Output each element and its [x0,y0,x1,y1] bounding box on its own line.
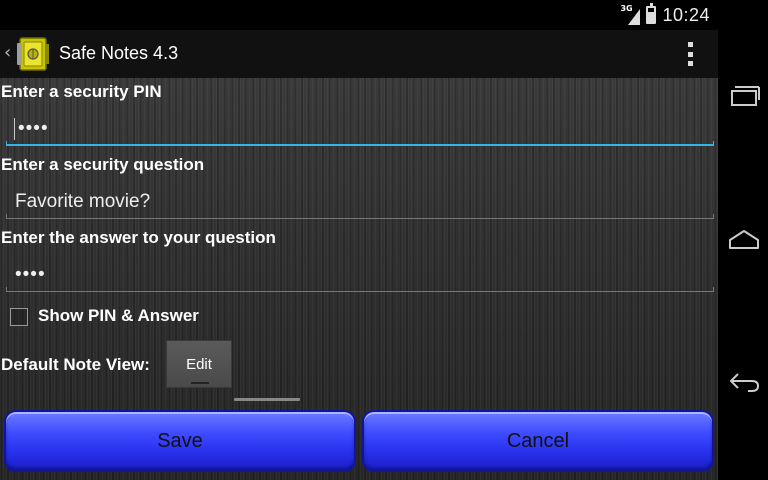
answer-label: Enter the answer to your question [1,228,276,247]
spinner-indicator [191,382,209,384]
pin-input[interactable]: •••• [6,114,714,146]
status-bar: 3G 10:24 [0,0,718,30]
default-view-spinner[interactable]: Edit [166,340,232,388]
pin-input-underline [6,141,714,146]
question-input-underline [6,214,714,219]
answer-input-value: •••• [15,264,46,285]
question-input[interactable]: Favorite movie? [6,187,714,219]
pin-label: Enter a security PIN [1,82,162,101]
status-icons: 3G 10:24 [620,3,710,26]
up-navigation-chevron-icon[interactable]: ‹ [4,43,11,63]
save-button-label: Save [157,430,203,452]
overflow-menu-icon[interactable] [686,42,694,66]
question-label: Enter a security question [1,155,205,174]
cancel-button-label: Cancel [506,430,570,452]
action-bar: ‹ Safe Notes 4.3 [0,30,718,78]
pin-input-value: •••• [18,118,49,139]
text-cursor [14,118,15,140]
status-clock: 10:24 [662,4,710,25]
answer-input-underline [6,287,714,292]
cancel-button[interactable]: Cancel [362,410,714,472]
default-view-value: Edit [186,356,212,373]
network-signal-icon: 3G [620,5,641,25]
app-title: Safe Notes 4.3 [59,43,179,63]
scroll-indicator [234,398,300,401]
show-pin-checkbox[interactable] [10,308,28,326]
answer-input[interactable]: •••• [6,260,714,292]
show-pin-label[interactable]: Show PIN & Answer [38,306,199,326]
save-button[interactable]: Save [4,410,356,472]
home-icon[interactable] [728,228,760,252]
default-view-label: Default Note View: [1,355,150,374]
back-icon[interactable] [728,370,760,394]
navigation-bar [718,0,768,480]
safe-icon[interactable] [17,34,51,74]
question-input-value: Favorite movie? [15,191,151,212]
recent-apps-icon[interactable] [728,84,760,108]
settings-form: Enter a security PIN •••• Enter a securi… [0,78,718,480]
battery-icon [646,3,657,24]
